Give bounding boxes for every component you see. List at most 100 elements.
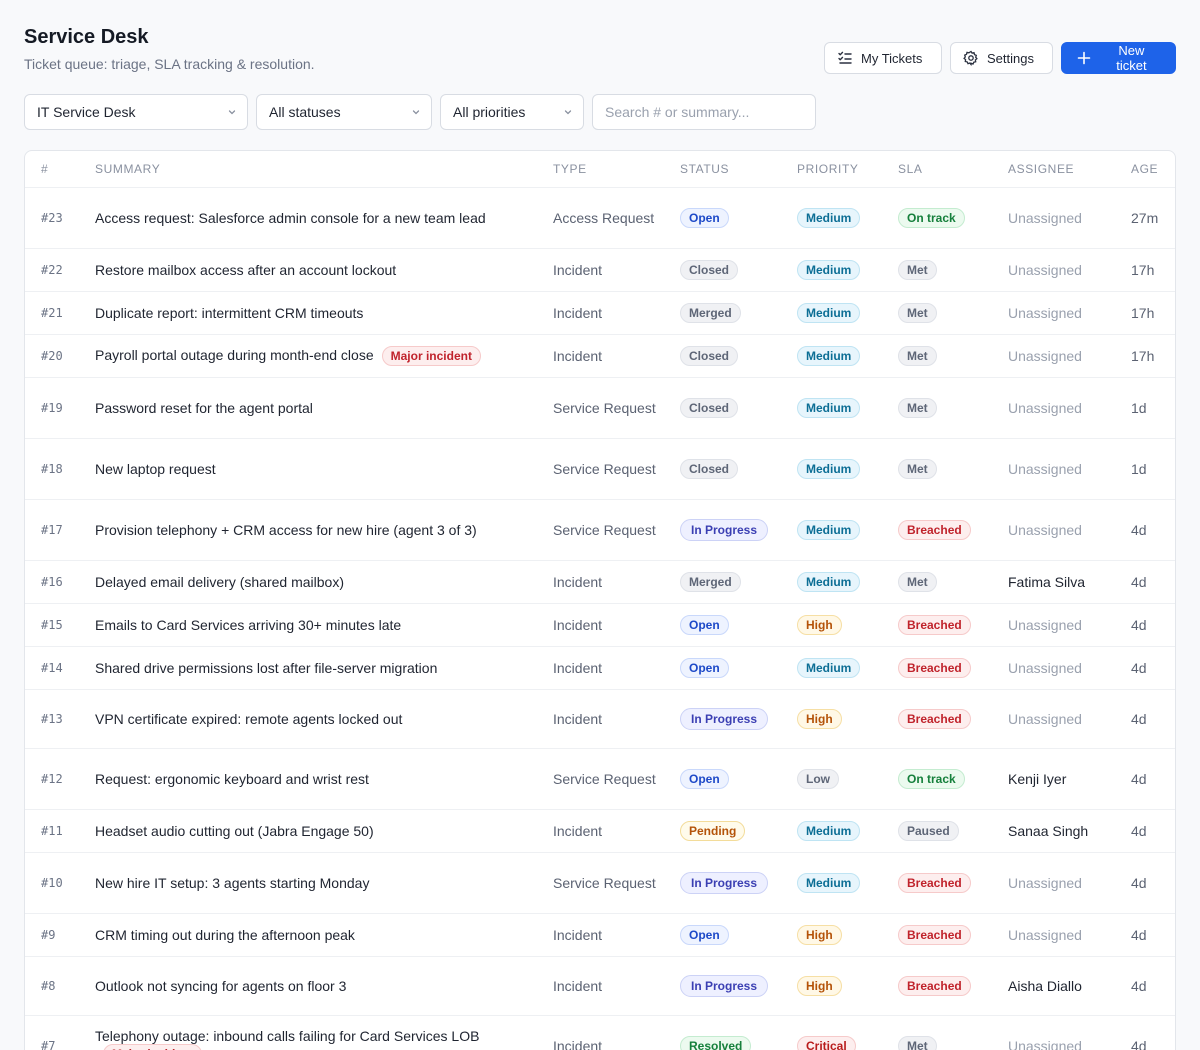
chevron-down-icon bbox=[564, 110, 572, 115]
column-header-assignee[interactable]: ASSIGNEE bbox=[1008, 151, 1131, 187]
sla-badge: On track bbox=[898, 768, 965, 789]
ticket-sla-cell: On track bbox=[898, 747, 1008, 809]
ticket-summary-cell[interactable]: Shared drive permissions lost after file… bbox=[95, 645, 553, 689]
table-row[interactable]: #14 Shared drive permissions lost after f… bbox=[25, 645, 1175, 689]
ticket-summary[interactable]: New laptop request bbox=[95, 461, 216, 477]
sla-badge: Breached bbox=[898, 708, 971, 729]
ticket-summary[interactable]: Shared drive permissions lost after file… bbox=[95, 660, 437, 676]
new-ticket-button[interactable]: New ticket bbox=[1061, 42, 1176, 74]
table-row[interactable]: #17 Provision telephony + CRM access for … bbox=[25, 498, 1175, 560]
ticket-summary[interactable]: Access request: Salesforce admin console… bbox=[95, 210, 486, 226]
ticket-summary-cell[interactable]: Password reset for the agent portal bbox=[95, 376, 553, 438]
ticket-summary[interactable]: CRM timing out during the afternoon peak bbox=[95, 927, 355, 943]
my-tickets-label: My Tickets bbox=[861, 50, 923, 66]
ticket-summary[interactable]: Duplicate report: intermittent CRM timeo… bbox=[95, 305, 363, 321]
my-tickets-button[interactable]: My Tickets bbox=[824, 42, 942, 74]
ticket-sla-cell: Paused bbox=[898, 808, 1008, 852]
priority-badge: High bbox=[797, 975, 842, 996]
ticket-status-cell: Closed bbox=[680, 247, 797, 291]
sla-badge: On track bbox=[898, 207, 965, 228]
ticket-summary-cell[interactable]: Access request: Salesforce admin console… bbox=[95, 186, 553, 248]
ticket-priority-cell: Low bbox=[797, 747, 898, 809]
priority-select-value: All priorities bbox=[453, 104, 526, 120]
ticket-summary-cell[interactable]: Telephony outage: inbound calls failing … bbox=[95, 1014, 553, 1050]
ticket-summary[interactable]: Emails to Card Services arriving 30+ min… bbox=[95, 617, 401, 633]
ticket-type: Service Request bbox=[553, 376, 680, 438]
ticket-summary-cell[interactable]: CRM timing out during the afternoon peak bbox=[95, 912, 553, 956]
ticket-summary[interactable]: New hire IT setup: 3 agents starting Mon… bbox=[95, 875, 369, 891]
table-row[interactable]: #18 New laptop request Service Request Clos… bbox=[25, 437, 1175, 499]
ticket-type: Incident bbox=[553, 333, 680, 377]
search-input[interactable] bbox=[592, 94, 816, 130]
ticket-assignee: Unassigned bbox=[1008, 645, 1131, 689]
table-row[interactable]: #7 Telephony outage: inbound calls failin… bbox=[25, 1014, 1175, 1050]
ticket-sla-cell: Met bbox=[898, 1014, 1008, 1050]
ticket-summary-cell[interactable]: Headset audio cutting out (Jabra Engage … bbox=[95, 808, 553, 852]
ticket-summary-cell[interactable]: Duplicate report: intermittent CRM timeo… bbox=[95, 290, 553, 334]
column-header-age[interactable]: AGE bbox=[1131, 151, 1175, 187]
column-header-sla[interactable]: SLA bbox=[898, 151, 1008, 187]
ticket-summary-cell[interactable]: Restore mailbox access after an account … bbox=[95, 247, 553, 291]
ticket-status-cell: Open bbox=[680, 747, 797, 809]
table-row[interactable]: #15 Emails to Card Services arriving 30+ … bbox=[25, 602, 1175, 646]
ticket-age: 4d bbox=[1131, 912, 1175, 956]
table-row[interactable]: #23 Access request: Salesforce admin cons… bbox=[25, 186, 1175, 248]
ticket-type: Incident bbox=[553, 688, 680, 748]
ticket-summary-cell[interactable]: New hire IT setup: 3 agents starting Mon… bbox=[95, 851, 553, 913]
ticket-summary-cell[interactable]: Delayed email delivery (shared mailbox) bbox=[95, 559, 553, 603]
ticket-priority-cell: Critical bbox=[797, 1014, 898, 1050]
column-header-summary[interactable]: SUMMARY bbox=[95, 151, 553, 187]
table-row[interactable]: #19 Password reset for the agent portal Se… bbox=[25, 376, 1175, 438]
table-row[interactable]: #9 CRM timing out during the afternoon pe… bbox=[25, 912, 1175, 956]
status-badge: In Progress bbox=[680, 974, 769, 997]
ticket-assignee: Unassigned bbox=[1008, 912, 1131, 956]
ticket-summary-cell[interactable]: New laptop request bbox=[95, 437, 553, 499]
ticket-summary[interactable]: Restore mailbox access after an account … bbox=[95, 262, 396, 278]
table-row[interactable]: #13 VPN certificate expired: remote agent… bbox=[25, 688, 1175, 748]
table-row[interactable]: #12 Request: ergonomic keyboard and wrist… bbox=[25, 747, 1175, 809]
ticket-sla-cell: Met bbox=[898, 333, 1008, 377]
column-header-number[interactable]: # bbox=[25, 151, 95, 187]
ticket-summary[interactable]: Delayed email delivery (shared mailbox) bbox=[95, 574, 344, 590]
column-header-status[interactable]: STATUS bbox=[680, 151, 797, 187]
table-row[interactable]: #16 Delayed email delivery (shared mailbo… bbox=[25, 559, 1175, 603]
ticket-summary[interactable]: VPN certificate expired: remote agents l… bbox=[95, 711, 402, 727]
ticket-number: #21 bbox=[25, 290, 95, 334]
priority-select[interactable]: All priorities bbox=[440, 94, 584, 130]
table-row[interactable]: #11 Headset audio cutting out (Jabra Enga… bbox=[25, 808, 1175, 852]
table-row[interactable]: #21 Duplicate report: intermittent CRM ti… bbox=[25, 290, 1175, 334]
table-row[interactable]: #10 New hire IT setup: 3 agents starting … bbox=[25, 851, 1175, 913]
ticket-number: #10 bbox=[25, 851, 95, 913]
ticket-number: #15 bbox=[25, 602, 95, 646]
ticket-sla-cell: Breached bbox=[898, 645, 1008, 689]
settings-button[interactable]: Settings bbox=[950, 42, 1053, 74]
ticket-summary-cell[interactable]: VPN certificate expired: remote agents l… bbox=[95, 688, 553, 748]
ticket-summary-cell[interactable]: Provision telephony + CRM access for new… bbox=[95, 498, 553, 560]
ticket-sla-cell: Breached bbox=[898, 851, 1008, 913]
table-row[interactable]: #8 Outlook not syncing for agents on floo… bbox=[25, 955, 1175, 1015]
ticket-summary-cell[interactable]: Request: ergonomic keyboard and wrist re… bbox=[95, 747, 553, 809]
ticket-summary-cell[interactable]: Outlook not syncing for agents on floor … bbox=[95, 955, 553, 1015]
sla-badge: Met bbox=[898, 259, 937, 280]
desk-select[interactable]: IT Service Desk bbox=[24, 94, 248, 130]
priority-badge: High bbox=[797, 708, 842, 729]
ticket-summary[interactable]: Provision telephony + CRM access for new… bbox=[95, 522, 477, 538]
column-header-type[interactable]: TYPE bbox=[553, 151, 680, 187]
ticket-summary[interactable]: Payroll portal outage during month-end c… bbox=[95, 347, 374, 363]
header-actions: My Tickets Settings New ticket bbox=[824, 42, 1176, 74]
column-header-priority[interactable]: PRIORITY bbox=[797, 151, 898, 187]
ticket-status-cell: In Progress bbox=[680, 851, 797, 913]
ticket-summary-cell[interactable]: Emails to Card Services arriving 30+ min… bbox=[95, 602, 553, 646]
ticket-summary-cell[interactable]: Payroll portal outage during month-end c… bbox=[95, 333, 553, 377]
table-row[interactable]: #22 Restore mailbox access after an accou… bbox=[25, 247, 1175, 291]
table-row[interactable]: #20 Payroll portal outage during month-en… bbox=[25, 333, 1175, 377]
ticket-summary[interactable]: Request: ergonomic keyboard and wrist re… bbox=[95, 771, 369, 787]
ticket-summary[interactable]: Outlook not syncing for agents on floor … bbox=[95, 978, 346, 994]
ticket-number: #12 bbox=[25, 747, 95, 809]
ticket-summary[interactable]: Password reset for the agent portal bbox=[95, 400, 313, 416]
page-title: Service Desk bbox=[24, 26, 149, 48]
ticket-summary[interactable]: Telephony outage: inbound calls failing … bbox=[95, 1028, 479, 1044]
ticket-sla-cell: Met bbox=[898, 559, 1008, 603]
status-select[interactable]: All statuses bbox=[256, 94, 432, 130]
ticket-summary[interactable]: Headset audio cutting out (Jabra Engage … bbox=[95, 823, 374, 839]
